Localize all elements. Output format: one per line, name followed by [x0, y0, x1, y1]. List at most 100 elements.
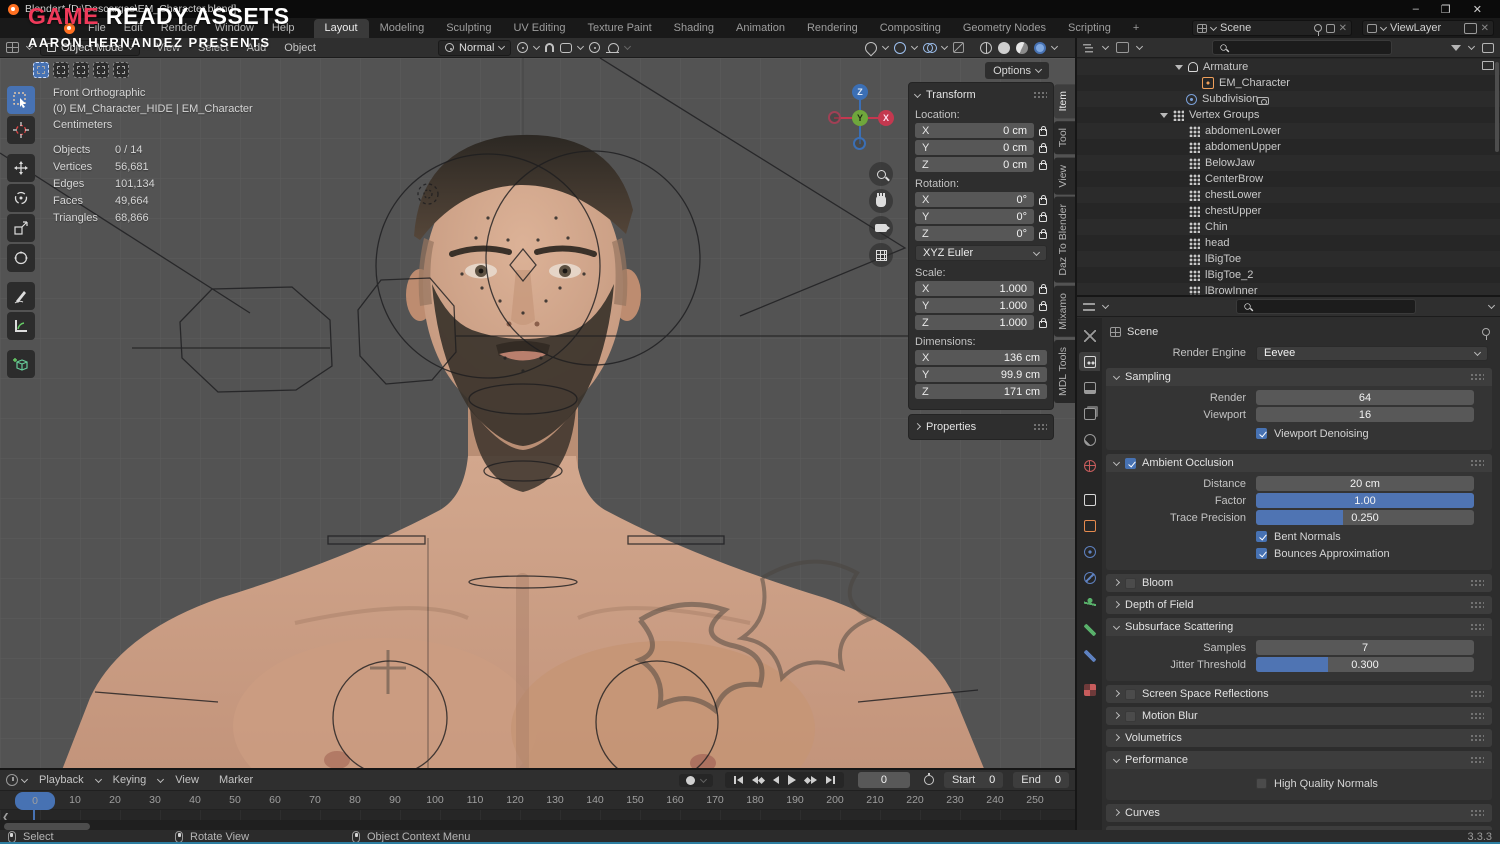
- sidebar-tab-tool[interactable]: Tool: [1054, 121, 1075, 155]
- camera-view-button[interactable]: [869, 216, 893, 240]
- panel-performance-header[interactable]: Performance: [1106, 751, 1492, 769]
- render-visibility-icon[interactable]: [1257, 97, 1270, 105]
- delete-scene-icon[interactable]: ✕: [1339, 23, 1347, 34]
- axis-x[interactable]: X: [878, 110, 894, 126]
- tool-move[interactable]: [7, 154, 35, 182]
- workspace-add-tab[interactable]: +: [1122, 19, 1150, 38]
- outliner-editor-icon[interactable]: [1083, 42, 1095, 53]
- rotation-z-field[interactable]: Z 0°: [915, 226, 1034, 241]
- rotation-y-field[interactable]: Y 0°: [915, 209, 1034, 224]
- sidebar-tab-view[interactable]: View: [1054, 157, 1075, 195]
- outliner-row-vgroup[interactable]: lBigToe_2: [1077, 267, 1500, 283]
- select-mode-extend[interactable]: [53, 62, 69, 78]
- properties-editor-icon[interactable]: [1083, 301, 1095, 312]
- outliner-row-vgroup[interactable]: BelowJaw: [1077, 155, 1500, 171]
- ao-trace-precision-slider[interactable]: 0.250: [1256, 510, 1474, 525]
- menu-render[interactable]: Render: [152, 22, 206, 34]
- outliner-row-vgroup[interactable]: Chin: [1077, 219, 1500, 235]
- tool-rotate[interactable]: [7, 184, 35, 212]
- tab-bone[interactable]: [1079, 620, 1100, 639]
- outliner-row-vgroup[interactable]: abdomenUpper: [1077, 139, 1500, 155]
- sss-samples-field[interactable]: 7: [1256, 640, 1474, 655]
- outliner-row-vgroup[interactable]: lBigToe: [1077, 251, 1500, 267]
- rotation-mode-dropdown[interactable]: XYZ Euler: [915, 245, 1047, 261]
- workspace-tab-scripting[interactable]: Scripting: [1057, 19, 1122, 38]
- axis-y[interactable]: Y: [852, 110, 868, 126]
- workspace-tab-modeling[interactable]: Modeling: [369, 19, 436, 38]
- current-frame-field[interactable]: 0: [857, 772, 910, 788]
- tool-scale[interactable]: [7, 214, 35, 242]
- dimension-z-field[interactable]: Z 171 cm: [915, 384, 1047, 399]
- scale-z-field[interactable]: Z 1.000: [915, 315, 1034, 330]
- pin-icon[interactable]: [1482, 328, 1490, 340]
- panel-dof-header[interactable]: Depth of Field: [1106, 596, 1492, 614]
- transform-panel-header[interactable]: Transform: [913, 87, 1047, 103]
- dimension-x-field[interactable]: X 136 cm: [915, 350, 1047, 365]
- shading-rendered-icon[interactable]: [1034, 41, 1046, 54]
- panel-ao-header[interactable]: Ambient Occlusion: [1106, 454, 1492, 472]
- overlays-toggle-icon[interactable]: [923, 42, 937, 53]
- tab-physics[interactable]: [1079, 542, 1100, 561]
- timeline-ruler[interactable]: 0 10 20 30 40 50 60 70 80 90 100 110 120 130 140 1…: [0, 791, 1075, 810]
- menu-playback[interactable]: Playback: [31, 774, 92, 786]
- menu-view[interactable]: View: [148, 42, 188, 54]
- panel-ssr-header[interactable]: Screen Space Reflections: [1106, 685, 1492, 703]
- menu-tl-view[interactable]: View: [167, 774, 207, 786]
- filter-icon[interactable]: [1451, 44, 1461, 51]
- workspace-tab-texture-paint[interactable]: Texture Paint: [576, 19, 662, 38]
- workspace-tab-geometry-nodes[interactable]: Geometry Nodes: [952, 19, 1057, 38]
- sidebar-tab-mixamo[interactable]: Mixamo: [1054, 285, 1075, 337]
- ao-distance-field[interactable]: 20 cm: [1256, 476, 1474, 491]
- tab-tool[interactable]: [1079, 326, 1100, 345]
- bloom-checkbox[interactable]: [1125, 577, 1136, 589]
- properties-subpanel[interactable]: Properties: [908, 414, 1054, 440]
- lock-icon[interactable]: [1039, 211, 1047, 222]
- scene-selector[interactable]: Scene ✕: [1192, 20, 1352, 36]
- tab-collection[interactable]: [1079, 490, 1100, 509]
- tab-constraints[interactable]: [1079, 568, 1100, 587]
- axis-z[interactable]: Z: [852, 84, 868, 100]
- tab-view-layer[interactable]: [1079, 404, 1100, 423]
- timeline-track[interactable]: [0, 810, 1075, 820]
- outliner-row-vgroup[interactable]: lBrowInner: [1077, 283, 1500, 295]
- tool-measure[interactable]: [7, 312, 35, 340]
- panel-sss-header[interactable]: Subsurface Scattering: [1106, 618, 1492, 636]
- disclosure-icon[interactable]: [1175, 64, 1183, 70]
- shading-wireframe-icon[interactable]: [980, 41, 992, 54]
- lock-icon[interactable]: [1039, 300, 1047, 311]
- properties-options-chevron[interactable]: [1487, 301, 1496, 310]
- lock-icon[interactable]: [1039, 159, 1047, 170]
- properties-search[interactable]: [1236, 299, 1416, 314]
- panel-bloom-header[interactable]: Bloom: [1106, 574, 1492, 592]
- frame-start-field[interactable]: Start 0: [943, 772, 1004, 788]
- select-mode-intersect[interactable]: [113, 62, 129, 78]
- outliner-row-vgroup[interactable]: chestLower: [1077, 187, 1500, 203]
- use-preview-range-icon[interactable]: [923, 773, 934, 785]
- object-visibility-icon[interactable]: [862, 39, 880, 56]
- location-z-field[interactable]: Z0 cm: [915, 157, 1034, 172]
- outliner-row-vgroup[interactable]: head: [1077, 235, 1500, 251]
- 3d-viewport[interactable]: Object Mode View Select Add Object Norma…: [0, 38, 1075, 768]
- lock-icon[interactable]: [1039, 194, 1047, 205]
- copy-viewlayer-icon[interactable]: [1463, 22, 1477, 34]
- play-reverse-button[interactable]: [770, 775, 782, 785]
- auto-keying-toggle[interactable]: [678, 773, 713, 787]
- prev-keyframe-button[interactable]: [749, 775, 767, 785]
- axis-z-neg[interactable]: [853, 137, 866, 150]
- bounces-approx-checkbox[interactable]: [1256, 548, 1267, 559]
- viewport-samples-field[interactable]: 16: [1256, 407, 1474, 422]
- outliner-scrollbar[interactable]: [1495, 62, 1499, 152]
- minimize-button[interactable]: –: [1413, 3, 1419, 16]
- menu-select[interactable]: Select: [190, 42, 237, 54]
- lock-icon[interactable]: [1039, 228, 1047, 239]
- lock-icon[interactable]: [1039, 317, 1047, 328]
- tool-add-cube[interactable]: [7, 350, 35, 378]
- tab-scene[interactable]: [1079, 430, 1100, 449]
- ssr-checkbox[interactable]: [1125, 688, 1136, 700]
- sidebar-tab-mdl[interactable]: MDL Tools: [1054, 339, 1075, 403]
- axis-x-neg[interactable]: [828, 111, 841, 124]
- rotation-x-field[interactable]: X 0°: [915, 192, 1034, 207]
- tab-world[interactable]: [1079, 456, 1100, 475]
- workspace-tab-shading[interactable]: Shading: [663, 19, 725, 38]
- location-y-field[interactable]: Y0 cm: [915, 140, 1034, 155]
